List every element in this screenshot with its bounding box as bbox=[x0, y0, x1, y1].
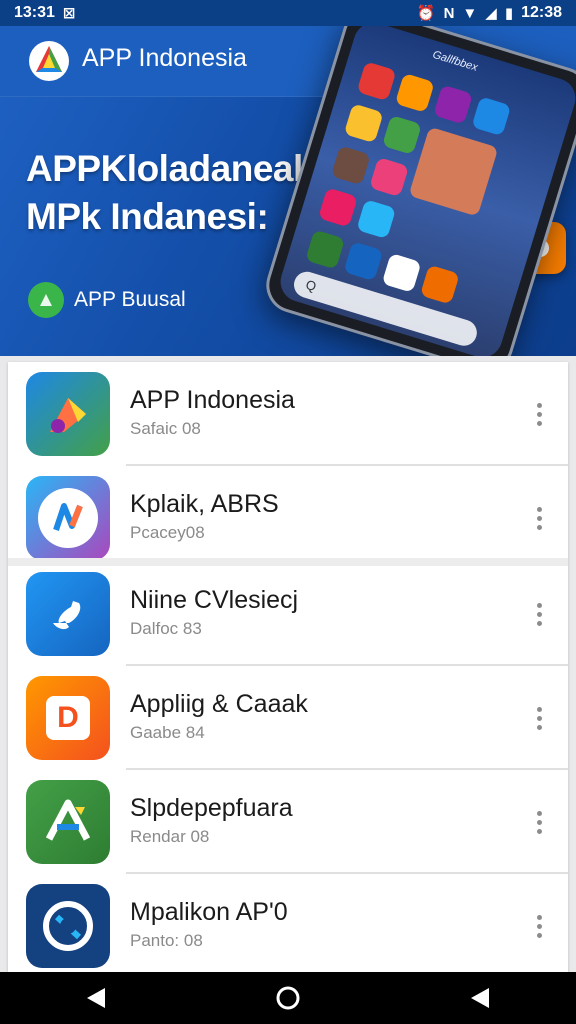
recents-triangle-icon bbox=[471, 988, 489, 1008]
list-item[interactable]: Niine CVlesiecj Dalfoc 83 bbox=[8, 562, 568, 666]
square-x-icon: ⊠ bbox=[62, 5, 76, 22]
app-subtitle: Rendar 08 bbox=[130, 827, 210, 846]
more-options-icon[interactable] bbox=[526, 910, 552, 942]
list-item[interactable]: APP Indonesia Safaic 08 bbox=[8, 362, 568, 466]
app-subtitle: Panto: 08 bbox=[130, 931, 203, 950]
app-indonesia-logo-icon bbox=[29, 41, 69, 81]
phone-label: Gallfbbex bbox=[431, 48, 480, 74]
android-icon bbox=[28, 282, 64, 318]
app-name: Kplaik, ABRS bbox=[130, 490, 279, 518]
app-subtitle: Gaabe 84 bbox=[130, 723, 205, 742]
app-subtitle: Pcacey08 bbox=[130, 523, 205, 542]
status-bar: 13:31 ⊠ ⏰ N ▼ ◢ ▮ 12:38 bbox=[0, 0, 576, 26]
signal-icon: ◢ bbox=[485, 5, 497, 22]
more-options-icon[interactable] bbox=[526, 702, 552, 734]
recents-button[interactable] bbox=[460, 978, 500, 1018]
hero-heading: APPKloladaneal bbox=[26, 148, 303, 189]
more-options-icon[interactable] bbox=[526, 398, 552, 430]
more-options-icon[interactable] bbox=[526, 598, 552, 630]
promo-banner[interactable]: APP Indonesia APPKloladaneal MPk Indanes… bbox=[0, 26, 576, 356]
status-time: 13:31 bbox=[14, 4, 55, 21]
app-subtitle: Safaic 08 bbox=[130, 419, 201, 438]
hero-subheading: MPk Indanesi: bbox=[26, 196, 269, 237]
more-options-icon[interactable] bbox=[526, 806, 552, 838]
app-name: APP Indonesia bbox=[130, 386, 295, 414]
pen-gradient-icon bbox=[26, 372, 110, 456]
banner-badge[interactable]: APP Buusal bbox=[28, 282, 186, 318]
green-a-icon bbox=[26, 780, 110, 864]
home-circle-icon bbox=[276, 986, 300, 1010]
back-triangle-icon bbox=[87, 988, 105, 1008]
blue-circle-icon bbox=[26, 884, 110, 968]
brand-title: APP Indonesia bbox=[82, 44, 247, 72]
phone-handset-icon bbox=[26, 572, 110, 656]
navigation-bar bbox=[0, 972, 576, 1024]
alarm-icon: ⏰ bbox=[416, 5, 436, 22]
app-list: APP Indonesia Safaic 08 Kplaik, ABRS Pca… bbox=[8, 362, 568, 972]
status-clock: 12:38 bbox=[521, 4, 562, 21]
back-button[interactable] bbox=[76, 978, 116, 1018]
list-item[interactable]: Kplaik, ABRS Pcacey08 bbox=[8, 466, 568, 570]
list-item[interactable]: Slpdepepfuara Rendar 08 bbox=[8, 770, 568, 874]
home-button[interactable] bbox=[268, 978, 308, 1018]
orange-d-icon: D bbox=[26, 676, 110, 760]
app-name: Niine CVlesiecj bbox=[130, 586, 299, 614]
badge-label: APP Buusal bbox=[74, 288, 186, 311]
app-name: Appliig & Caaak bbox=[130, 690, 308, 718]
app-subtitle: Dalfoc 83 bbox=[130, 619, 202, 638]
wifi-icon: ▼ bbox=[462, 4, 478, 22]
list-item[interactable]: Mpalikon AP'0 Panto: 08 bbox=[8, 874, 568, 978]
app-name: Slpdepepfuara bbox=[130, 794, 293, 822]
n-logo-icon bbox=[26, 476, 110, 560]
battery-icon: ▮ bbox=[504, 5, 514, 22]
list-item[interactable]: D Appliig & Caaak Gaabe 84 bbox=[8, 666, 568, 770]
nfc-icon: N bbox=[443, 4, 455, 22]
more-options-icon[interactable] bbox=[526, 502, 552, 534]
app-name: Mpalikon AP'0 bbox=[130, 898, 288, 926]
